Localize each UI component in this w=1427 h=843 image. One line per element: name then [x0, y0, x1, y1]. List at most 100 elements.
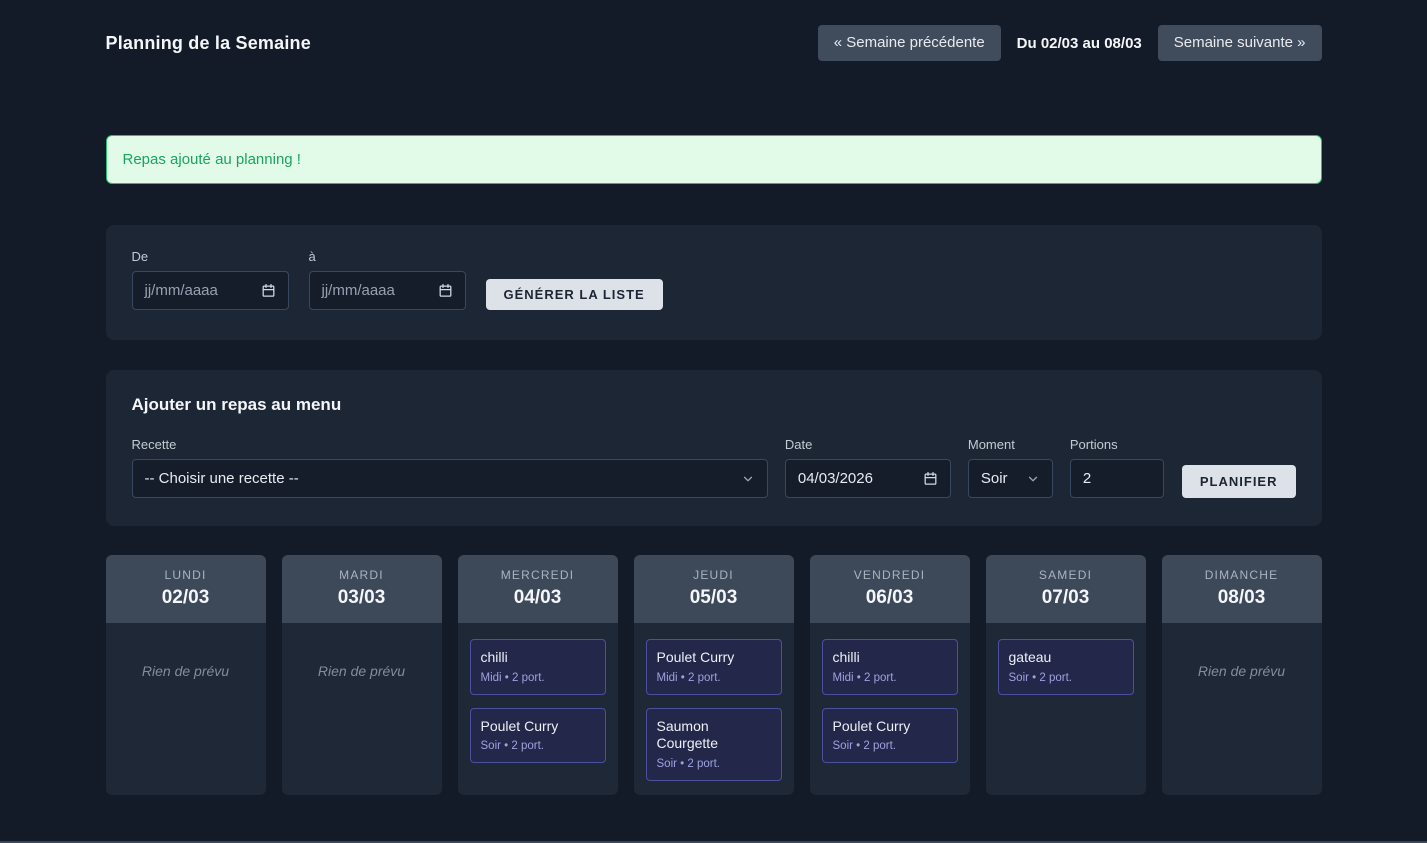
meal-detail: Soir • 2 port. [1009, 672, 1123, 684]
meal-detail: Midi • 2 port. [833, 672, 947, 684]
empty-day-text: Rien de prévu [1174, 663, 1310, 679]
day-header: DIMANCHE 08/03 [1162, 555, 1322, 623]
recipe-select[interactable]: -- Choisir une recette -- [132, 459, 768, 498]
day-date: 08/03 [1166, 587, 1318, 609]
calendar-icon[interactable] [438, 283, 453, 298]
meal-title: Poulet Curry [481, 718, 595, 736]
meal-date-value: 04/03/2026 [798, 470, 873, 487]
meal-date-input[interactable]: 04/03/2026 [785, 459, 951, 498]
chevron-down-icon [1026, 472, 1040, 486]
portions-input-value: 2 [1083, 470, 1091, 487]
day-column: SAMEDI 07/03 gateau Soir • 2 port. [986, 555, 1146, 795]
from-date-input[interactable]: jj/mm/aaaa [132, 271, 289, 310]
recipe-field: Recette -- Choisir une recette -- [132, 437, 768, 498]
meal-date-label: Date [785, 437, 951, 452]
meal-card[interactable]: Saumon Courgette Soir • 2 port. [646, 708, 782, 781]
portions-field: Portions 2 [1070, 437, 1164, 498]
week-grid: LUNDI 02/03 Rien de prévu MARDI 03/03 Ri… [106, 555, 1322, 795]
day-header: LUNDI 02/03 [106, 555, 266, 623]
add-meal-panel: Ajouter un repas au menu Recette -- Choi… [106, 370, 1322, 526]
meal-detail: Soir • 2 port. [657, 758, 771, 770]
day-column: MERCREDI 04/03 chilli Midi • 2 port. Pou… [458, 555, 618, 795]
day-body: Rien de prévu [1162, 623, 1322, 795]
meal-card[interactable]: Poulet Curry Soir • 2 port. [822, 708, 958, 764]
to-date-placeholder: jj/mm/aaaa [322, 282, 395, 299]
day-name: MARDI [286, 568, 438, 582]
day-column: MARDI 03/03 Rien de prévu [282, 555, 442, 795]
success-alert: Repas ajouté au planning ! [106, 135, 1322, 184]
day-date: 02/03 [110, 587, 262, 609]
previous-week-button[interactable]: « Semaine précédente [818, 25, 1001, 61]
day-date: 06/03 [814, 587, 966, 609]
recipe-select-value: -- Choisir une recette -- [145, 470, 299, 487]
moment-select[interactable]: Soir [968, 459, 1053, 498]
from-date-label: De [132, 249, 289, 264]
to-date-field: à jj/mm/aaaa [309, 249, 466, 310]
day-name: DIMANCHE [1166, 568, 1318, 582]
moment-select-value: Soir [981, 470, 1008, 487]
meal-card[interactable]: Poulet Curry Soir • 2 port. [470, 708, 606, 764]
day-name: LUNDI [110, 568, 262, 582]
day-body: Poulet Curry Midi • 2 port. Saumon Courg… [634, 623, 794, 795]
day-date: 07/03 [990, 587, 1142, 609]
day-date: 03/03 [286, 587, 438, 609]
meal-title: Poulet Curry [833, 718, 947, 736]
day-body: chilli Midi • 2 port. Poulet Curry Soir … [810, 623, 970, 795]
meal-card[interactable]: gateau Soir • 2 port. [998, 639, 1134, 695]
day-column: LUNDI 02/03 Rien de prévu [106, 555, 266, 795]
day-name: MERCREDI [462, 568, 614, 582]
day-column: DIMANCHE 08/03 Rien de prévu [1162, 555, 1322, 795]
day-date: 05/03 [638, 587, 790, 609]
generate-list-button[interactable]: GÉNÉRER LA LISTE [486, 279, 663, 310]
from-date-field: De jj/mm/aaaa [132, 249, 289, 310]
from-date-placeholder: jj/mm/aaaa [145, 282, 218, 299]
meal-detail: Soir • 2 port. [833, 740, 947, 752]
portions-label: Portions [1070, 437, 1164, 452]
meal-title: Saumon Courgette [657, 718, 771, 753]
moment-field: Moment Soir [968, 437, 1053, 498]
day-date: 04/03 [462, 587, 614, 609]
meal-detail: Midi • 2 port. [657, 672, 771, 684]
chevron-down-icon [741, 472, 755, 486]
day-name: SAMEDI [990, 568, 1142, 582]
plan-button[interactable]: PLANIFIER [1182, 465, 1296, 498]
day-body: gateau Soir • 2 port. [986, 623, 1146, 795]
day-name: VENDREDI [814, 568, 966, 582]
meal-card[interactable]: Poulet Curry Midi • 2 port. [646, 639, 782, 695]
day-name: JEUDI [638, 568, 790, 582]
day-header: MARDI 03/03 [282, 555, 442, 623]
day-header: VENDREDI 06/03 [810, 555, 970, 623]
empty-day-text: Rien de prévu [294, 663, 430, 679]
meal-date-field: Date 04/03/2026 [785, 437, 951, 498]
portions-input[interactable]: 2 [1070, 459, 1164, 498]
day-column: JEUDI 05/03 Poulet Curry Midi • 2 port. … [634, 555, 794, 795]
day-body: Rien de prévu [106, 623, 266, 795]
add-meal-form: Recette -- Choisir une recette -- Date 0… [132, 437, 1296, 498]
day-header: JEUDI 05/03 [634, 555, 794, 623]
meal-card[interactable]: chilli Midi • 2 port. [470, 639, 606, 695]
day-header: SAMEDI 07/03 [986, 555, 1146, 623]
page-title: Planning de la Semaine [106, 33, 311, 54]
calendar-icon[interactable] [923, 471, 938, 486]
day-body: Rien de prévu [282, 623, 442, 795]
to-date-label: à [309, 249, 466, 264]
week-navigation: « Semaine précédente Du 02/03 au 08/03 S… [818, 25, 1322, 61]
meal-title: chilli [833, 649, 947, 667]
next-week-button[interactable]: Semaine suivante » [1158, 25, 1322, 61]
day-header: MERCREDI 04/03 [458, 555, 618, 623]
empty-day-text: Rien de prévu [118, 663, 254, 679]
header: Planning de la Semaine « Semaine précéde… [106, 0, 1322, 61]
generate-list-panel: De jj/mm/aaaa à jj/mm/aaaa GÉNÉRER LA LI… [106, 225, 1322, 340]
success-alert-text: Repas ajouté au planning ! [123, 151, 301, 168]
meal-detail: Soir • 2 port. [481, 740, 595, 752]
calendar-icon[interactable] [261, 283, 276, 298]
moment-label: Moment [968, 437, 1053, 452]
day-column: VENDREDI 06/03 chilli Midi • 2 port. Pou… [810, 555, 970, 795]
day-body: chilli Midi • 2 port. Poulet Curry Soir … [458, 623, 618, 795]
recipe-label: Recette [132, 437, 768, 452]
meal-card[interactable]: chilli Midi • 2 port. [822, 639, 958, 695]
meal-title: gateau [1009, 649, 1123, 667]
meal-title: chilli [481, 649, 595, 667]
page-content: Planning de la Semaine « Semaine précéde… [106, 0, 1322, 795]
to-date-input[interactable]: jj/mm/aaaa [309, 271, 466, 310]
